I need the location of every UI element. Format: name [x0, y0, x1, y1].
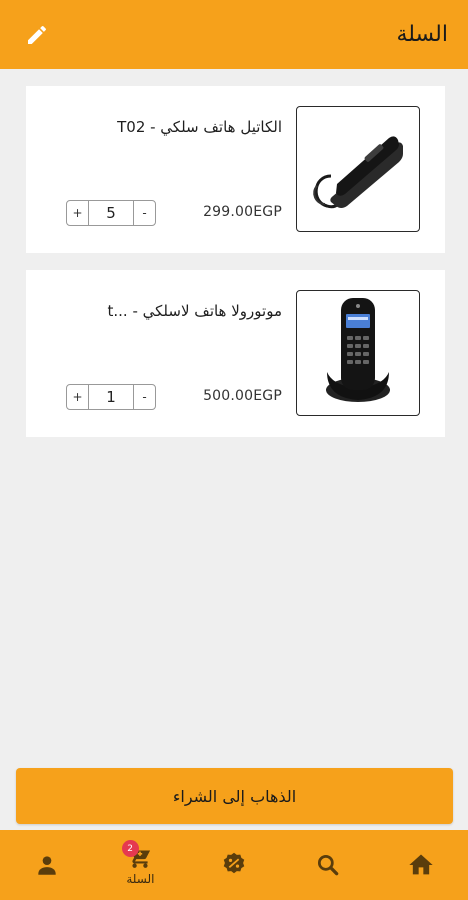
- cordless-phone-image: [326, 298, 390, 402]
- decrease-quantity-button[interactable]: -: [133, 201, 155, 225]
- page-title: السلة: [396, 22, 448, 47]
- nav-item-cart[interactable]: 2 السلة: [94, 830, 188, 900]
- product-image[interactable]: [296, 290, 420, 416]
- product-name[interactable]: الكاتيل هاتف سلكي - T02: [52, 118, 282, 136]
- quantity-stepper: + 1 -: [66, 384, 156, 410]
- corded-phone-image: [313, 136, 403, 209]
- decrease-quantity-button[interactable]: -: [133, 385, 155, 409]
- cart-count-badge: 2: [121, 840, 139, 857]
- product-name[interactable]: موتورولا هاتف لاسلكي - ...t: [52, 302, 283, 320]
- discount-badge-icon: [223, 852, 245, 874]
- home-icon: [409, 854, 433, 875]
- search-icon: [317, 854, 338, 876]
- checkout-button[interactable]: الذهاب إلى الشراء: [16, 768, 453, 824]
- nav-item-search[interactable]: [281, 830, 375, 900]
- increase-quantity-button[interactable]: +: [67, 201, 89, 225]
- product-price: 299.00EGP: [203, 204, 282, 220]
- quantity-stepper: + 5 -: [66, 200, 156, 226]
- nav-item-label: السلة: [126, 872, 155, 886]
- bottom-nav: 2 السلة: [0, 830, 468, 900]
- person-icon: [38, 856, 56, 875]
- product-image[interactable]: [296, 106, 420, 232]
- quantity-value: 5: [106, 204, 116, 222]
- cart-item: الكاتيل هاتف سلكي - T02 299.00EGP + 5 -: [26, 86, 445, 253]
- app-bar: السلة: [0, 0, 468, 69]
- nav-item-offers[interactable]: [187, 830, 281, 900]
- nav-item-profile[interactable]: [0, 830, 94, 900]
- pencil-icon: [28, 25, 47, 44]
- product-price: 500.00EGP: [203, 388, 282, 404]
- increase-quantity-button[interactable]: +: [67, 385, 89, 409]
- nav-item-home[interactable]: [374, 830, 468, 900]
- quantity-value: 1: [106, 388, 116, 406]
- cart-item: موتورولا هاتف لاسلكي - ...t 500.00EGP + …: [26, 270, 445, 437]
- edit-button[interactable]: [22, 20, 52, 50]
